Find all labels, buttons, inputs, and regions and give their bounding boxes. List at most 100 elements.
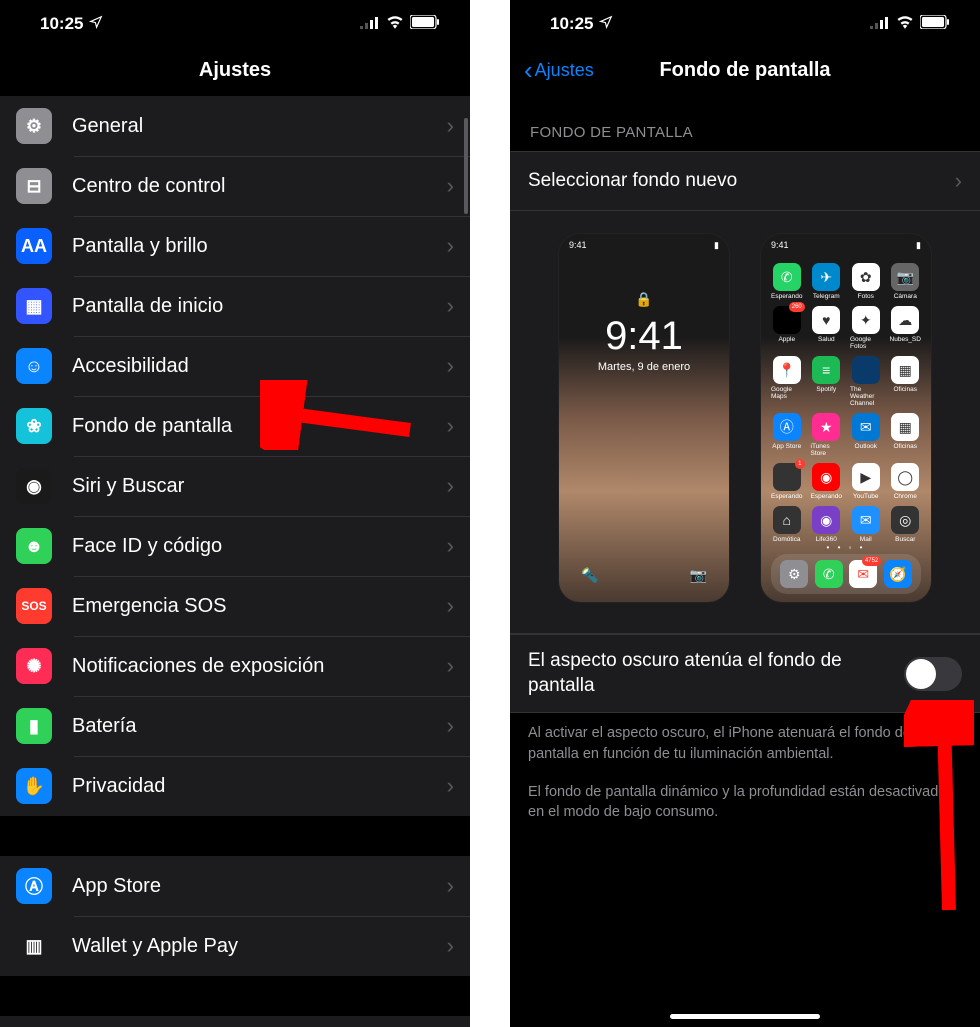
home-app: ✦Google Fotos [850,306,882,350]
home-app: ✈Telegram [811,263,843,300]
wifi-icon [386,14,404,34]
row-icon: ☻ [16,528,52,564]
page-title: Fondo de pantalla [659,59,830,82]
row-icon: AA [16,228,52,264]
page-title: Ajustes [199,59,271,82]
settings-row[interactable]: Ⓐ App Store› [0,856,470,916]
lock-icon: 🔒 [559,291,729,308]
footer-text-1: Al activar el aspecto oscuro, el iPhone … [510,713,980,768]
home-app: ▶YouTube [850,463,882,500]
lock-screen-preview[interactable]: 9:41▮ 🔒 9:41 Martes, 9 de enero 🔦 📷 [558,233,730,603]
chevron-right-icon: › [447,413,454,439]
chevron-left-icon: ‹ [524,57,533,83]
settings-row[interactable]: ⚙General› [0,96,470,156]
row-label: Siri y Buscar [72,475,447,498]
settings-row[interactable]: ▦Pantalla de inicio› [0,276,470,336]
row-label: Pantalla y brillo [72,235,447,258]
home-app: ◉Esperando [811,463,843,500]
back-button[interactable]: ‹ Ajustes [524,57,594,83]
row-icon: ✺ [16,648,52,684]
settings-row[interactable]: SOSEmergencia SOS› [0,576,470,636]
home-app: ▦Oficinas [890,356,922,407]
dock-app: 🧭 [884,560,912,588]
page-dots: • • ◦ • [761,543,931,552]
battery-icon [410,14,440,34]
settings-row[interactable]: ⊟Centro de control› [0,156,470,216]
mini-icons: ▮ [714,240,719,251]
dock-app: ✆ [815,560,843,588]
settings-row[interactable]: ◉Siri y Buscar› [0,456,470,516]
settings-row[interactable]: ☺ Accesibilidad› [0,336,470,396]
settings-row[interactable]: ✋Privacidad› [0,756,470,816]
settings-row[interactable]: ☻ Face ID y código› [0,516,470,576]
chevron-right-icon: › [955,168,962,194]
home-app: 260Apple [771,306,803,350]
home-app: ✿Fotos [850,263,882,300]
status-time: 10:25 [40,14,83,34]
row-icon: ❀ [16,408,52,444]
row-label: App Store [72,875,447,898]
row-label: Face ID y código [72,535,447,558]
chevron-right-icon: › [447,933,454,959]
dock-app: ✉4752 [849,560,877,588]
row-icon: Ⓐ [16,868,52,904]
row-icon: ☺ [16,348,52,384]
flashlight-icon: 🔦 [581,567,598,584]
dock: ⚙✆✉4752🧭 [771,554,921,594]
nav-header: ‹ Ajustes Fondo de pantalla [510,44,980,96]
battery-icon [920,14,950,34]
chevron-right-icon: › [447,293,454,319]
mini-time: 9:41 [569,240,587,251]
row-icon: ◉ [16,468,52,504]
status-bar: 10:25 [510,0,980,44]
row-icon: ✋ [16,768,52,804]
select-new-wallpaper-row[interactable]: Seleccionar fondo nuevo › [510,151,980,211]
home-screen-preview[interactable]: 9:41▮ ✆Esperando✈Telegram✿Fotos📷Cámara26… [760,233,932,603]
switch-knob [906,659,936,689]
chevron-right-icon: › [447,113,454,139]
status-bar: 10:25 [0,0,470,44]
home-app: ⒶApp Store [771,413,803,457]
home-app: ◉Life360 [811,506,843,543]
settings-row[interactable]: ✺ Notificaciones de exposición› [0,636,470,696]
home-app: ⌂Domótica [771,506,803,543]
settings-row[interactable]: ▮Batería› [0,696,470,756]
row-icon: ▥ [16,928,52,964]
row-label: Emergencia SOS [72,595,447,618]
chevron-right-icon: › [447,173,454,199]
chevron-right-icon: › [447,593,454,619]
dock-app: ⚙ [780,560,808,588]
settings-row[interactable]: 🔑Contraseñas› [0,1016,470,1027]
chevron-right-icon: › [447,653,454,679]
dark-dims-wallpaper-switch[interactable] [904,657,962,691]
footer-text-2: El fondo de pantalla dinámico y la profu… [510,768,980,827]
location-icon [89,14,103,34]
row-label: Notificaciones de exposición [72,655,447,678]
row-label: Privacidad [72,775,447,798]
settings-row[interactable]: ▥ Wallet y Apple Pay› [0,916,470,976]
scrollbar[interactable] [464,118,468,214]
nav-header: Ajustes [0,44,470,96]
chevron-right-icon: › [447,713,454,739]
chevron-right-icon: › [447,353,454,379]
mini-time: 9:41 [771,240,789,251]
toggle-label: El aspecto oscuro atenúa el fondo de pan… [528,649,890,698]
home-app: ★iTunes Store [811,413,843,457]
home-indicator[interactable] [670,1014,820,1019]
row-label: Wallet y Apple Pay [72,935,447,958]
row-label: Centro de control [72,175,447,198]
wifi-icon [896,14,914,34]
chevron-right-icon: › [447,873,454,899]
settings-row[interactable]: AAPantalla y brillo› [0,216,470,276]
row-label: General [72,115,447,138]
home-app: 📍Google Maps [771,356,803,407]
settings-row[interactable]: ❀Fondo de pantalla› [0,396,470,456]
phone-right-wallpaper: 10:25 ‹ Ajustes Fondo de pantalla FONDO … [510,0,980,1027]
settings-list[interactable]: ⚙General›⊟Centro de control› AA Pantalla y… [0,96,470,816]
row-label: Seleccionar fondo nuevo [528,170,955,192]
chevron-right-icon: › [447,533,454,559]
row-label: Pantalla de inicio [72,295,447,318]
section-header: FONDO DE PANTALLA [510,96,980,151]
home-app: ✉Outlook [850,413,882,457]
row-label: Accesibilidad [72,355,447,378]
